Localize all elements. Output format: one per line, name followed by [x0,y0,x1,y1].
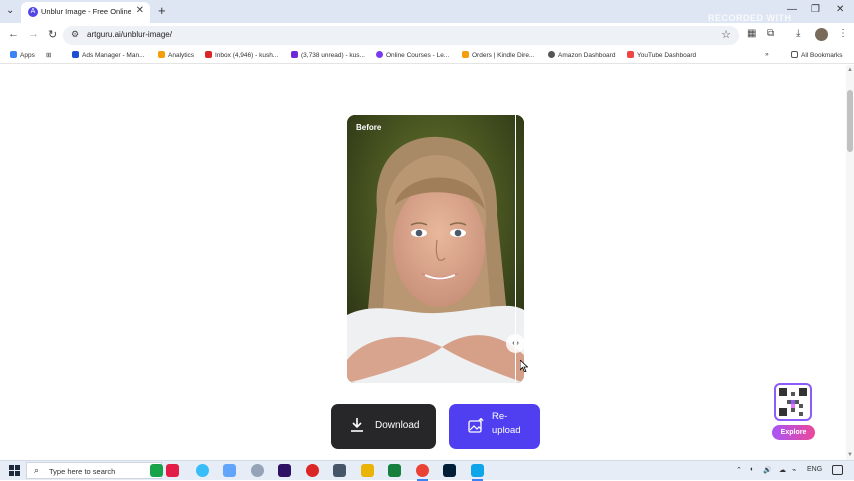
bookmark-tab-search-icon[interactable]: ⊞ [46,51,51,59]
bookmark-apps[interactable]: Apps [10,51,35,59]
windows-start-icon[interactable] [9,465,20,476]
slider-handle-arrows-icon[interactable]: ‹ › [506,334,524,353]
back-arrow-icon[interactable]: ← [8,28,19,40]
gmail-icon [205,51,212,58]
tab-search-chevron-icon[interactable]: ⌄ [6,5,14,16]
scroll-thumb[interactable] [847,90,853,152]
before-label: Before [356,123,382,132]
pi-app-icon[interactable] [166,464,179,477]
reupload-button[interactable]: Re-upload [449,404,540,449]
record-icon[interactable] [306,464,319,477]
profile-avatar[interactable] [815,28,828,41]
bookmark-amazon-dashboard[interactable]: Amazon Dashboard [548,51,615,59]
bookmark-udemy[interactable]: Online Courses - Le... [376,51,449,59]
file-explorer-icon[interactable] [361,464,374,477]
photos-app-icon[interactable] [471,464,484,477]
extension-badge-icon[interactable]: ▦ [747,28,756,39]
image-upload-icon [468,418,484,433]
site-info-icon[interactable]: ⚙ [71,29,79,40]
page-scrollbar[interactable]: ▲ ▼ [846,65,854,460]
bookmark-ads-manager[interactable]: Ads Manager - Man... [72,51,145,59]
network-icon[interactable]: ⌁ [792,466,796,474]
bookmark-gmail[interactable]: Inbox (4,946) - kush... [205,51,278,59]
bookmark-youtube-dashboard[interactable]: YouTube Dashboard [627,51,696,59]
volume-icon[interactable]: 🔊 [763,466,772,474]
premiere-pro-icon[interactable] [278,464,291,477]
tray-app-icon[interactable]: ◐ [750,466,754,473]
tab-unblur-image[interactable]: A Unblur Image - Free Online AI I ✕ [21,2,150,23]
language-indicator[interactable]: ENG [807,466,822,473]
before-after-comparison[interactable]: Before ‹ › [347,115,524,383]
notification-center-icon[interactable] [832,465,843,475]
kdp-icon [462,51,469,58]
bookmark-analytics[interactable]: Analytics [158,51,194,59]
new-tab-plus-icon[interactable]: + [158,3,166,18]
browser-tab-strip: ⌄ A Unblur Image - Free Online AI I ✕ + … [0,0,854,33]
forward-arrow-icon[interactable]: → [28,28,39,40]
browser-toolbar: ← → ↻ ⚙ artguru.ai/unblur-image/ ☆ ▦ ⧉ ⤓… [0,23,854,48]
download-button-label: Download [375,420,420,431]
udemy-icon [376,51,383,58]
url-text[interactable]: artguru.ai/unblur-image/ [87,30,172,39]
windows-taskbar: ⌕ Type here to search ⌃ ◐ 🔊 ☁ ⌁ ENG [0,460,854,481]
download-icon [351,418,363,432]
photoshop-icon[interactable] [443,464,456,477]
calculator-app-icon[interactable] [150,464,163,477]
globe-icon [548,51,555,58]
apps-grid-icon [10,51,17,58]
qr-code-icon [779,388,807,416]
copilot-icon[interactable] [196,464,209,477]
taskbar-search[interactable]: ⌕ Type here to search [26,462,162,479]
search-icon: ⌕ [34,465,40,475]
scroll-down-arrow-icon[interactable]: ▼ [847,452,853,458]
mouse-cursor-icon [520,360,528,372]
extensions-puzzle-icon[interactable]: ⧉ [767,28,774,39]
scroll-up-arrow-icon[interactable]: ▲ [847,67,853,73]
bookmark-yahoo-mail[interactable]: (3,738 unread) - kus... [291,51,365,59]
window-close-icon[interactable]: ✕ [836,4,844,15]
file-transfer-icon[interactable] [223,464,236,477]
address-bar[interactable]: ⚙ artguru.ai/unblur-image/ ☆ [63,26,739,45]
youtube-icon [627,51,634,58]
bookmark-kdp[interactable]: Orders | Kindle Dire... [462,51,534,59]
tray-overflow-icon[interactable]: ⌃ [736,466,742,474]
download-button[interactable]: Download [331,404,436,449]
artguru-favicon-icon: A [28,7,38,17]
meta-icon [72,51,79,58]
yahoo-mail-icon [291,51,298,58]
restore-icon[interactable]: ❐ [811,4,820,15]
bookmarks-bar: Apps ⊞ Ads Manager - Man... Analytics In… [0,48,854,64]
minimize-icon[interactable]: — [787,4,797,15]
folder-icon [791,51,798,58]
chrome-icon[interactable] [416,464,429,477]
tray-cloud-icon[interactable]: ☁ [779,466,786,474]
tab-title: Unblur Image - Free Online AI I [41,7,131,16]
cat-app-icon[interactable] [333,464,346,477]
bookmarks-overflow-icon[interactable]: » [765,51,769,58]
reload-icon[interactable]: ↻ [48,28,57,41]
page-content: Before ‹ › Download Re-upload Explore [0,65,846,460]
chrome-menu-icon[interactable]: ⋮ [838,28,848,39]
bookmark-star-icon[interactable]: ☆ [721,28,731,41]
taskbar-search-placeholder: Type here to search [49,467,116,476]
analytics-icon [158,51,165,58]
reupload-button-label: Re-upload [492,411,521,436]
settings-gear-icon[interactable] [251,464,264,477]
explore-button[interactable]: Explore [772,425,815,440]
all-bookmarks[interactable]: All Bookmarks [791,51,843,59]
portrait-photo [347,115,524,383]
downloads-icon[interactable]: ⤓ [796,28,800,39]
app-qr-code[interactable] [774,383,812,421]
excel-icon[interactable] [388,464,401,477]
tab-close-icon[interactable]: ✕ [136,5,144,16]
